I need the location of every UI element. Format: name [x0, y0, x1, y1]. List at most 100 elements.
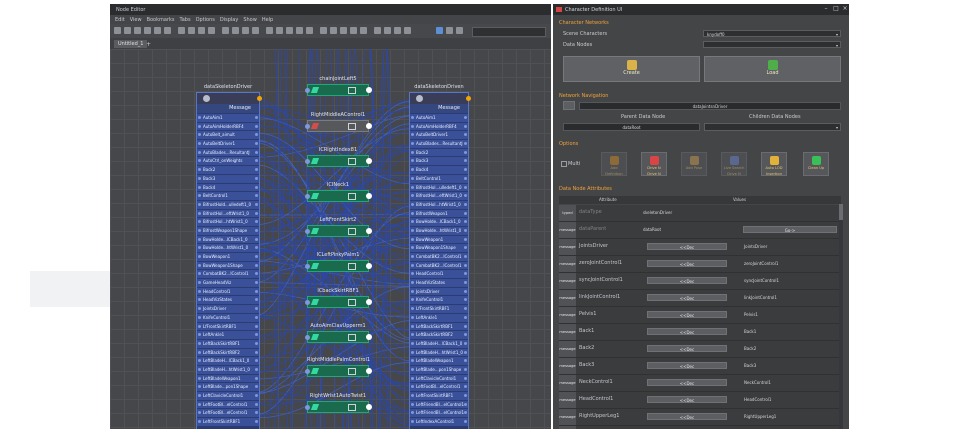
node-attribute-row[interactable]: LeftBlade...pon1Shape	[197, 382, 259, 391]
node-attribute-row[interactable]: LeftFriendBl...elControl1	[410, 408, 468, 418]
connect-button[interactable]: <<Dec	[647, 328, 727, 335]
connect-button[interactable]: <<Dec	[647, 277, 727, 284]
maximize-icon[interactable]: □	[833, 6, 839, 12]
frame-selected-icon[interactable]	[188, 27, 195, 34]
details-icon[interactable]	[360, 27, 367, 34]
bookmark-icon[interactable]	[404, 27, 411, 34]
menu-show[interactable]: Show	[243, 17, 257, 23]
menu-options[interactable]: Options	[196, 17, 215, 23]
menu-display[interactable]: Display	[220, 17, 238, 23]
swatch-icon[interactable]	[266, 27, 273, 34]
node-attribute-row[interactable]: LeftClavicleControl1	[197, 391, 259, 400]
node-attribute-row[interactable]: AutoAim1	[410, 113, 468, 122]
node-attribute-row[interactable]: LeftFootBl...elControl1	[197, 408, 259, 418]
load-button[interactable]: Load	[704, 56, 841, 82]
node-attribute-row[interactable]: BeltControl1	[410, 173, 468, 183]
menu-icon[interactable]	[348, 263, 356, 270]
option-button[interactable]: Drive N Drive N	[641, 152, 667, 176]
parent-node-field[interactable]: dataRoot	[563, 123, 700, 131]
node-attribute-row[interactable]: AutoBeltDriver1	[410, 130, 468, 140]
snap-icon[interactable]	[286, 27, 293, 34]
node-attribute-row[interactable]: LeftBladeH...lCBack1_0	[410, 338, 468, 348]
go-button[interactable]: Go->	[743, 226, 837, 233]
remove-node-icon[interactable]	[164, 27, 171, 34]
menu-icon[interactable]	[348, 123, 356, 130]
output-port[interactable]	[366, 228, 372, 234]
option-button[interactable]: Auto LOD Insertion	[761, 152, 787, 176]
small-node[interactable]: LeftFrontSkirt2	[305, 217, 372, 237]
node-attribute-row[interactable]: CombatBK2...lControl1	[410, 260, 468, 270]
filter-icon[interactable]	[330, 27, 337, 34]
node-attribute-row[interactable]: LeftBackSkirtRBF1	[197, 338, 259, 348]
search-icon[interactable]	[446, 27, 453, 34]
option-button[interactable]: Clean Up	[803, 152, 829, 176]
node-attribute-row[interactable]: BifrostHol...eftWrist1_0	[410, 191, 468, 200]
connect-button[interactable]: <<Dec	[647, 379, 727, 386]
node-attribute-row[interactable]: Back3	[197, 173, 259, 183]
node-attribute-row[interactable]: AutoBlades...ResultantJ	[410, 139, 468, 148]
node-attribute-row[interactable]: LeftFrontSkirtRBF1	[197, 417, 259, 426]
small-node[interactable]: ICLeftPinkyPalm1	[305, 252, 372, 272]
connect-button[interactable]: <<Dec	[647, 413, 727, 420]
node-attribute-row[interactable]: LfFrontSkirtRBF1	[197, 321, 259, 331]
small-node[interactable]: RightMiddlePalmControl1	[305, 357, 372, 377]
node-attribute-row[interactable]: AutoBelt_aimult	[197, 130, 259, 140]
node-attribute-row[interactable]: Back4	[410, 165, 468, 174]
node-attribute-row[interactable]: KnifeControl1	[410, 295, 468, 305]
node-attribute-row[interactable]: LeftIndexAControl1	[410, 417, 468, 426]
node-attribute-row[interactable]: LeftFootBl...elControl1	[410, 382, 468, 391]
unpin-icon[interactable]	[306, 27, 313, 34]
pin-icon[interactable]	[198, 27, 205, 34]
small-node[interactable]: RightMiddleAControl1	[305, 112, 372, 132]
output-port[interactable]	[366, 193, 372, 199]
menu-icon[interactable]	[348, 87, 356, 94]
node-attribute-row[interactable]: BifrostHol...eftWrist1_0	[197, 208, 259, 218]
menu-icon[interactable]	[348, 228, 356, 235]
output-port[interactable]	[366, 158, 372, 164]
node-attribute-row[interactable]: BifrostWeapon1Shape	[197, 225, 259, 235]
node-attribute-row[interactable]: BowWeapon1Shape	[410, 243, 468, 252]
output-port[interactable]	[366, 368, 372, 374]
node-attribute-row[interactable]: LeftFootBl...elControl1	[197, 399, 259, 409]
node-attribute-row[interactable]: GameHeadViz	[197, 278, 259, 287]
node-attribute-row[interactable]: BifrostHol...ulledeft1_0	[410, 182, 468, 192]
expand-icon[interactable]	[384, 27, 391, 34]
menu-view[interactable]: View	[130, 17, 142, 23]
node-attribute-row[interactable]: LeftBladeH...htWrist1_0	[410, 347, 468, 357]
node-attribute-row[interactable]: AutoAim1	[197, 113, 259, 122]
add-node-icon[interactable]	[114, 27, 121, 34]
node-attribute-row[interactable]: LeftBlade...pon1Shape	[410, 364, 468, 374]
connect-button[interactable]: <<Dec	[647, 362, 727, 369]
minimize-icon[interactable]: –	[823, 6, 829, 12]
add-tab-button[interactable]: +	[146, 41, 151, 48]
small-node[interactable]: ICINeck1	[305, 182, 372, 202]
menu-edit[interactable]: Edit	[115, 17, 125, 23]
node-attribute-row[interactable]: AutoBeltDriver1	[197, 139, 259, 148]
menu-icon[interactable]	[348, 368, 356, 375]
node-attribute-row[interactable]: BowHolde...lCBack1_0	[410, 217, 468, 226]
node-attribute-row[interactable]: JointsDriver	[410, 286, 468, 296]
graph-output-icon[interactable]	[134, 27, 141, 34]
clear-graph-icon[interactable]	[154, 27, 161, 34]
grid-icon[interactable]	[276, 27, 283, 34]
layout-icon[interactable]	[208, 27, 215, 34]
node-attribute-row[interactable]: LeftBackSkirtRBF1	[410, 321, 468, 331]
option-button[interactable]: Add Definition	[601, 152, 627, 176]
output-port[interactable]	[366, 123, 372, 129]
small-node[interactable]: ICRightIndex81	[305, 147, 372, 167]
node-attribute-row[interactable]: BowHolde...htWrist1_0	[410, 225, 468, 235]
node-attribute-row[interactable]: LeftBackSkirtRBF2	[410, 330, 468, 339]
isolate-icon[interactable]	[394, 27, 401, 34]
data-skeleton-driven-node[interactable]: dataSkeletonDriven Message AutoAim1 AutoA…	[409, 84, 471, 429]
node-attribute-row[interactable]: Back4	[197, 182, 259, 192]
multi-checkbox[interactable]	[561, 161, 567, 167]
node-attribute-row[interactable]: LeftBladeWeapon1	[410, 356, 468, 365]
frame-all-icon[interactable]	[178, 27, 185, 34]
children-nodes-dropdown[interactable]: ▾	[704, 123, 841, 131]
node-attribute-row[interactable]: AutoAimHolderRBF4	[410, 121, 468, 131]
output-port[interactable]	[366, 87, 372, 93]
custom-mode-icon[interactable]	[252, 27, 259, 34]
simple-mode-icon[interactable]	[222, 27, 229, 34]
menu-bookmarks[interactable]: Bookmarks	[147, 17, 175, 23]
node-attribute-row[interactable]: BowHolde...lCBack1_0	[197, 234, 259, 244]
